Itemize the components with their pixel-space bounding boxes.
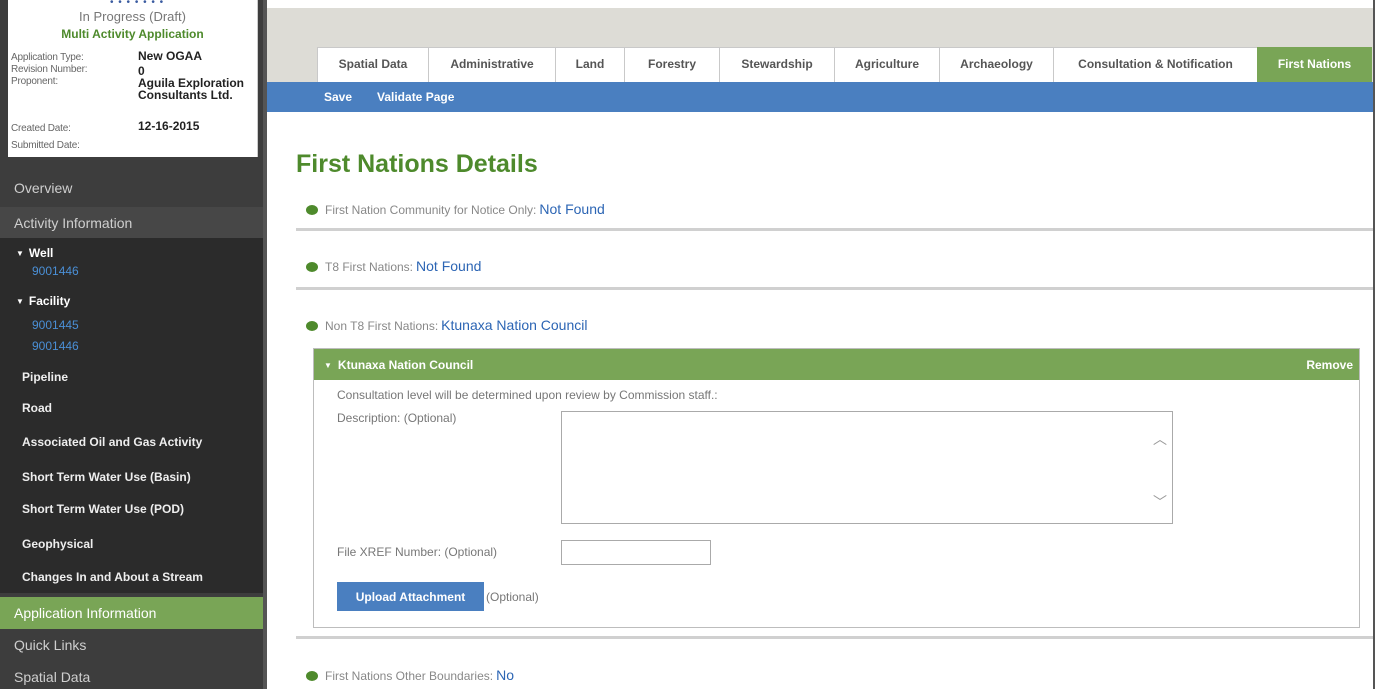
field-non-t8-first-nations: Non T8 First Nations: Ktunaxa Nation Coun…: [306, 317, 587, 333]
field-t8-first-nations: T8 First Nations: Not Found: [306, 258, 481, 274]
field-value: Ktunaxa Nation Council: [441, 317, 588, 333]
nav-facility-link[interactable]: 9001446: [32, 339, 79, 353]
info-label: Revision Number:: [11, 64, 88, 75]
caret-down-icon: ▼: [16, 249, 24, 258]
field-notice-only: First Nation Community for Notice Only: N…: [306, 201, 605, 217]
info-value: Consultants Ltd.: [138, 88, 233, 102]
nav-facility[interactable]: ▼ Facility: [16, 294, 70, 308]
tab-agriculture[interactable]: Agriculture: [834, 47, 940, 82]
panel-title-text: Ktunaxa Nation Council: [337, 358, 474, 372]
nav-geophysical[interactable]: Geophysical: [22, 537, 93, 551]
remove-button[interactable]: Remove: [1306, 358, 1353, 372]
nav-well-label: Well: [28, 246, 54, 260]
scroll-down-icon[interactable]: ﹀: [1153, 492, 1167, 512]
nav-road[interactable]: Road: [22, 401, 52, 415]
status-dot-icon: [306, 671, 318, 681]
nav-quick-links[interactable]: Quick Links: [0, 629, 263, 661]
status-dot-icon: [306, 321, 318, 331]
nav-stream-changes[interactable]: Changes In and About a Stream: [22, 570, 203, 584]
decorative-dots: • • • • • • •: [110, 0, 165, 8]
description-label: Description: (Optional): [337, 411, 457, 425]
field-label: Non T8 First Nations:: [325, 319, 439, 333]
field-value: Not Found: [539, 201, 605, 217]
panel-header[interactable]: ▼ Ktunaxa Nation Council Remove: [314, 349, 1359, 380]
field-label: First Nation Community for Notice Only:: [325, 203, 537, 217]
nav-activity-information[interactable]: Activity Information: [0, 207, 263, 239]
section-divider: [296, 287, 1373, 290]
field-label: First Nations Other Boundaries:: [325, 669, 494, 683]
tab-land[interactable]: Land: [555, 47, 625, 82]
description-textarea[interactable]: ︿ ﹀: [561, 411, 1173, 524]
field-other-boundaries: First Nations Other Boundaries: No: [306, 667, 514, 683]
tab-forestry[interactable]: Forestry: [624, 47, 720, 82]
field-value: Not Found: [416, 258, 482, 274]
upload-optional-label: (Optional): [486, 590, 539, 604]
application-kind: Multi Activity Application: [61, 27, 204, 41]
info-label: Created Date:: [11, 123, 71, 134]
info-label: Proponent:: [11, 76, 58, 87]
tab-archaeology[interactable]: Archaeology: [939, 47, 1054, 82]
nav-water-basin[interactable]: Short Term Water Use (Basin): [22, 470, 191, 484]
caret-down-icon: ▼: [324, 361, 332, 370]
nav-pipeline[interactable]: Pipeline: [22, 370, 68, 384]
nav-facility-label: Facility: [28, 294, 71, 308]
nav-overview[interactable]: Overview: [0, 172, 263, 204]
validate-page-button[interactable]: Validate Page: [377, 90, 454, 104]
caret-down-icon: ▼: [16, 297, 24, 306]
tab-administrative[interactable]: Administrative: [428, 47, 556, 82]
scroll-up-icon[interactable]: ︿: [1153, 429, 1167, 449]
status-dot-icon: [306, 205, 318, 215]
sidebar: • • • • • • • In Progress (Draft) Multi …: [0, 0, 263, 689]
section-tabs: Spatial Data Administrative Land Forestr…: [317, 47, 1372, 82]
upload-attachment-button[interactable]: Upload Attachment: [337, 582, 484, 611]
section-divider: [296, 636, 1373, 639]
info-value: New OGAA: [138, 49, 203, 63]
page-toolbar: Save Validate Page: [267, 82, 1379, 112]
tab-consultation-notification[interactable]: Consultation & Notification: [1053, 47, 1258, 82]
application-info-card: • • • • • • • In Progress (Draft) Multi …: [8, 0, 258, 157]
tab-first-nations[interactable]: First Nations: [1257, 47, 1372, 82]
field-value: No: [496, 667, 514, 683]
nav-facility-link[interactable]: 9001445: [32, 318, 79, 332]
window-right-edge: [1373, 0, 1379, 689]
consultation-note: Consultation level will be determined up…: [337, 388, 718, 402]
nav-well-link[interactable]: 9001446: [32, 264, 79, 278]
xref-label: File XREF Number: (Optional): [337, 545, 498, 559]
nav-water-pod[interactable]: Short Term Water Use (POD): [22, 502, 184, 516]
info-label: Application Type:: [11, 52, 84, 63]
page-title: First Nations Details: [296, 150, 538, 178]
status-dot-icon: [306, 262, 318, 272]
xref-number-input[interactable]: [561, 540, 711, 565]
save-button[interactable]: Save: [324, 90, 352, 104]
nav-associated-oil-gas[interactable]: Associated Oil and Gas Activity: [22, 435, 202, 449]
info-value: 12-16-2015: [138, 119, 200, 133]
info-label: Submitted Date:: [11, 140, 80, 151]
first-nation-panel: ▼ Ktunaxa Nation Council Remove Consultat…: [313, 348, 1360, 628]
tab-stewardship[interactable]: Stewardship: [719, 47, 835, 82]
field-label: T8 First Nations:: [325, 260, 414, 274]
tab-spatial-data[interactable]: Spatial Data: [317, 47, 429, 82]
nav-well[interactable]: ▼ Well: [16, 246, 53, 260]
nav-application-information[interactable]: Application Information: [0, 597, 263, 629]
application-status: In Progress (Draft): [79, 9, 186, 24]
section-divider: [296, 228, 1373, 231]
panel-title[interactable]: ▼ Ktunaxa Nation Council: [324, 358, 473, 372]
nav-spatial-data[interactable]: Spatial Data: [0, 661, 263, 689]
